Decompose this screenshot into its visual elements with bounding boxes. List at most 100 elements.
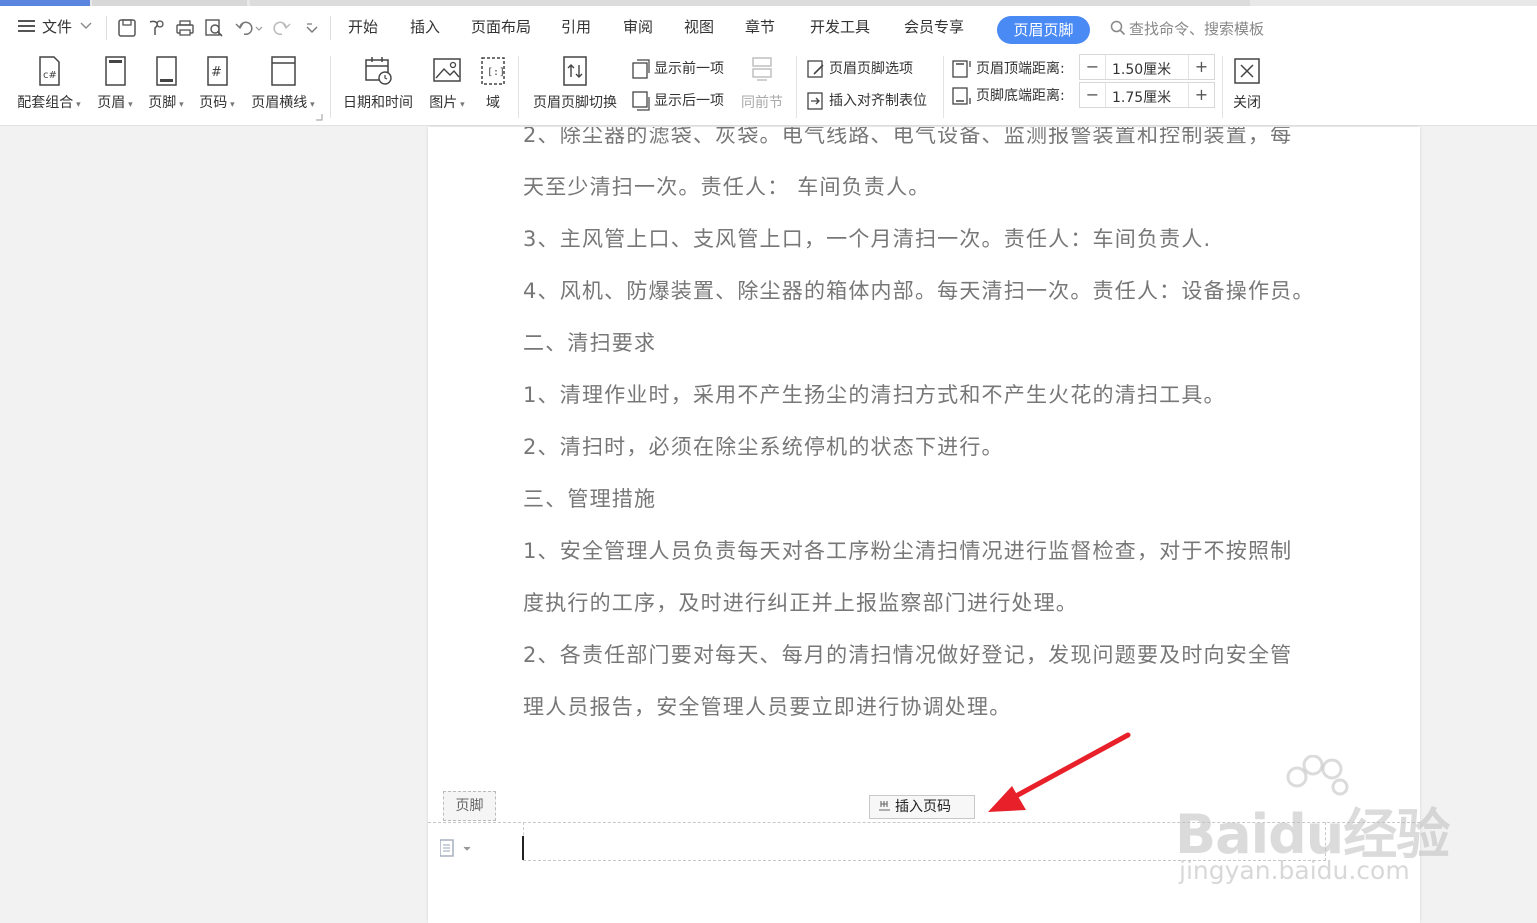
- svg-text:#: #: [211, 65, 222, 80]
- tab-member[interactable]: 会员专享: [904, 16, 964, 37]
- search-icon: [1110, 20, 1126, 36]
- insert-tab-stop-button[interactable]: 插入对齐制表位: [806, 90, 927, 111]
- page-number-icon: [879, 801, 890, 811]
- divider: [943, 56, 944, 118]
- watermark-url: jingyan.baidu.com: [1179, 856, 1410, 885]
- switch-header-footer-button[interactable]: 页眉页脚切换: [528, 54, 622, 112]
- paragraph[interactable]: 2、各责任部门要对每天、每月的清扫情况做好登记，发现问题要及时向安全管: [523, 639, 1292, 669]
- tab-insert[interactable]: 插入: [410, 16, 440, 37]
- footer-bottom-value[interactable]: 1.75厘米: [1112, 87, 1171, 107]
- decrease-button[interactable]: −: [1080, 83, 1106, 107]
- options-icon: [807, 60, 824, 78]
- divider: [330, 16, 331, 40]
- header-line-icon: [271, 56, 296, 86]
- increase-button[interactable]: +: [1188, 83, 1214, 107]
- tab-view[interactable]: 视图: [684, 16, 714, 37]
- header-button[interactable]: 页眉 ▾: [93, 54, 137, 112]
- increase-button[interactable]: +: [1188, 55, 1214, 79]
- same-as-previous-button[interactable]: 同前节: [738, 54, 786, 112]
- header-distance-icon: [952, 60, 971, 78]
- paragraph[interactable]: 1、清理作业时，采用不产生扬尘的清扫方式和不产生火花的清扫工具。: [523, 379, 1226, 409]
- save-icon[interactable]: [117, 18, 137, 38]
- paragraph[interactable]: 3、主风管上口、支风管上口，一个月清扫一次。责任人：车间负责人.: [523, 223, 1211, 253]
- footer-icon: [156, 56, 177, 86]
- text-cursor: [522, 836, 524, 860]
- file-menu[interactable]: 文件: [18, 16, 92, 37]
- group-expand-icon[interactable]: [316, 114, 323, 121]
- paragraph[interactable]: 天至少清扫一次。责任人： 车间负责人。: [523, 171, 930, 201]
- close-header-footer-button[interactable]: 关闭: [1228, 54, 1266, 112]
- paragraph[interactable]: 2、除尘器的滤袋、灰袋。电气线路、电气设备、监测报警装置和控制装置，每: [523, 127, 1292, 149]
- paste-options-icon[interactable]: [440, 839, 474, 857]
- paragraph[interactable]: 度执行的工序，及时进行纠正并上报监察部门进行处理。: [523, 587, 1078, 617]
- same-as-previous-icon: [752, 57, 772, 81]
- footer-bottom-distance-stepper[interactable]: − 1.75厘米 +: [1079, 82, 1215, 108]
- header-top-value[interactable]: 1.50厘米: [1112, 59, 1171, 79]
- insert-page-number-label: 插入页码: [895, 799, 951, 815]
- header-label: 页眉: [97, 95, 126, 111]
- picture-label: 图片: [429, 95, 458, 111]
- tab-references[interactable]: 引用: [561, 16, 591, 37]
- divider: [106, 16, 107, 40]
- decrease-button[interactable]: −: [1080, 55, 1106, 79]
- customize-toolbar-icon[interactable]: [304, 18, 320, 38]
- paragraph[interactable]: 理人员报告，安全管理人员要立即进行协调处理。: [523, 691, 1011, 721]
- heading[interactable]: 二、清扫要求: [523, 327, 656, 357]
- divider: [1222, 56, 1223, 118]
- ribbon-toolbar: c# 配套组合 ▾ 页眉 ▾ 页脚 ▾ # 页码 ▾ 页眉横线 ▾ 日期和时间 …: [0, 50, 1537, 126]
- field-label: 域: [486, 95, 500, 111]
- footer-label: 页脚: [148, 95, 177, 111]
- format-painter-icon[interactable]: [146, 18, 166, 38]
- picture-button[interactable]: 图片 ▾: [425, 54, 469, 112]
- options-label: 页眉页脚选项: [829, 61, 913, 77]
- svg-text:[:]: [:]: [487, 67, 505, 78]
- show-next-label: 显示后一项: [654, 93, 724, 109]
- divider: [796, 56, 797, 118]
- datetime-button[interactable]: 日期和时间: [340, 54, 416, 112]
- tab-review[interactable]: 审阅: [623, 16, 653, 37]
- header-footer-options-button[interactable]: 页眉页脚选项: [806, 58, 913, 79]
- paragraph[interactable]: 2、清扫时，必须在除尘系统停机的状态下进行。: [523, 431, 1004, 461]
- combo-button[interactable]: c# 配套组合 ▾: [13, 54, 85, 112]
- header-top-distance-stepper[interactable]: − 1.50厘米 +: [1079, 54, 1215, 80]
- tab-developer[interactable]: 开发工具: [810, 16, 870, 37]
- show-next-button[interactable]: 显示后一项: [631, 90, 724, 111]
- footer-button[interactable]: 页脚 ▾: [144, 54, 188, 112]
- header-line-button[interactable]: 页眉横线 ▾: [247, 54, 319, 112]
- show-previous-label: 显示前一项: [654, 61, 724, 77]
- red-arrow-annotation: [988, 732, 1131, 812]
- close-label: 关闭: [1233, 95, 1261, 111]
- redo-icon[interactable]: [272, 18, 302, 38]
- combo-icon: c#: [39, 56, 60, 86]
- page-number-button[interactable]: # 页码 ▾: [195, 54, 239, 112]
- print-preview-icon[interactable]: [204, 18, 224, 38]
- hamburger-icon: [18, 20, 35, 32]
- file-menu-label: 文件: [42, 18, 73, 36]
- tab-page-layout[interactable]: 页面布局: [471, 16, 531, 37]
- show-previous-button[interactable]: 显示前一项: [631, 58, 724, 79]
- heading[interactable]: 三、管理措施: [523, 483, 656, 513]
- undo-icon[interactable]: [234, 18, 264, 38]
- paragraph[interactable]: 1、安全管理人员负责每天对各工序粉尘清扫情况进行监督检查，对于不按照制: [523, 535, 1292, 565]
- show-previous-icon: [632, 59, 650, 79]
- footer-tag: 页脚: [443, 791, 496, 821]
- calendar-clock-icon: [365, 57, 392, 85]
- field-button[interactable]: [:] 域: [478, 54, 508, 112]
- paragraph[interactable]: 4、风机、防爆装置、除尘器的箱体内部。每天清扫一次。责任人：设备操作员。: [523, 275, 1315, 305]
- show-next-icon: [632, 91, 650, 111]
- page-number-label: 页码: [199, 95, 228, 111]
- header-icon: [105, 56, 126, 86]
- svg-text:c#: c#: [43, 70, 57, 81]
- datetime-label: 日期和时间: [343, 95, 413, 111]
- switch-label: 页眉页脚切换: [533, 95, 617, 111]
- tab-header-footer[interactable]: 页眉页脚: [997, 16, 1090, 44]
- footer-distance-icon: [952, 87, 971, 105]
- search-command[interactable]: 查找命令、搜索模板: [1110, 18, 1264, 39]
- header-top-label: 页眉顶端距离:: [976, 61, 1065, 77]
- tab-home[interactable]: 开始: [348, 16, 378, 37]
- tab-section[interactable]: 章节: [745, 16, 775, 37]
- print-icon[interactable]: [175, 18, 195, 38]
- chevron-down-icon: [80, 22, 92, 29]
- same-as-previous-label: 同前节: [741, 95, 783, 111]
- menu-bar: 文件 开始 插入 页面布局 引用 审阅 视图 章节 开发工具 会员专享 页眉页脚…: [0, 6, 1537, 50]
